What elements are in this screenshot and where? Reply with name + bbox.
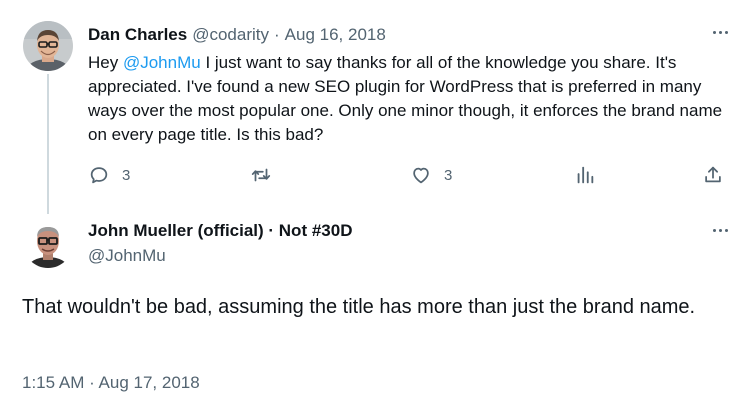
author-name[interactable]: Dan Charles [88, 24, 187, 46]
more-dot [712, 228, 716, 232]
avatar-dan-charles[interactable] [23, 21, 73, 71]
avatar-john-mueller[interactable] [23, 218, 73, 268]
retweet-button[interactable] [250, 164, 272, 186]
more-icon[interactable] [708, 26, 732, 38]
more-dot [724, 228, 728, 232]
tweet-text: Hey @JohnMu I just want to say thanks fo… [88, 51, 738, 147]
more-dot [718, 228, 722, 232]
reply-author-name[interactable]: John Mueller (official) · Not #30D [88, 220, 352, 242]
mention-link[interactable]: @JohnMu [123, 53, 201, 72]
reply-icon [90, 167, 108, 184]
share-button[interactable] [702, 164, 724, 186]
more-dot [712, 30, 716, 34]
heart-icon [413, 167, 429, 184]
more-dot [724, 30, 728, 34]
reply-header: John Mueller (official) · Not #30D [88, 220, 352, 242]
reply-button[interactable]: 3 [88, 164, 130, 186]
avatar-image [23, 21, 73, 71]
views-icon [577, 166, 594, 184]
thread-connector-line [47, 74, 49, 214]
retweet-icon [251, 168, 271, 182]
like-button[interactable]: 3 [410, 164, 452, 186]
reply-timestamp[interactable]: 1:15 AM · Aug 17, 2018 [22, 372, 200, 394]
like-count: 3 [444, 166, 453, 184]
views-button[interactable] [574, 164, 596, 186]
more-dot [718, 30, 722, 34]
share-icon [705, 166, 721, 183]
reply-author-handle[interactable]: @JohnMu [88, 245, 166, 267]
tweet-date[interactable]: Aug 16, 2018 [285, 24, 386, 46]
reply-count: 3 [122, 166, 131, 184]
reply-text: That wouldn't be bad, assuming the title… [22, 296, 696, 318]
author-handle[interactable]: @codarity [192, 24, 269, 46]
more-icon[interactable] [708, 224, 732, 236]
tweet-header: Dan Charles @codarity · Aug 16, 2018 [88, 24, 386, 46]
avatar-image [23, 218, 73, 268]
header-separator: · [274, 25, 280, 44]
tweet-text-prefix: Hey [88, 53, 123, 72]
tweet-actions-bar: 3 3 [88, 164, 728, 190]
